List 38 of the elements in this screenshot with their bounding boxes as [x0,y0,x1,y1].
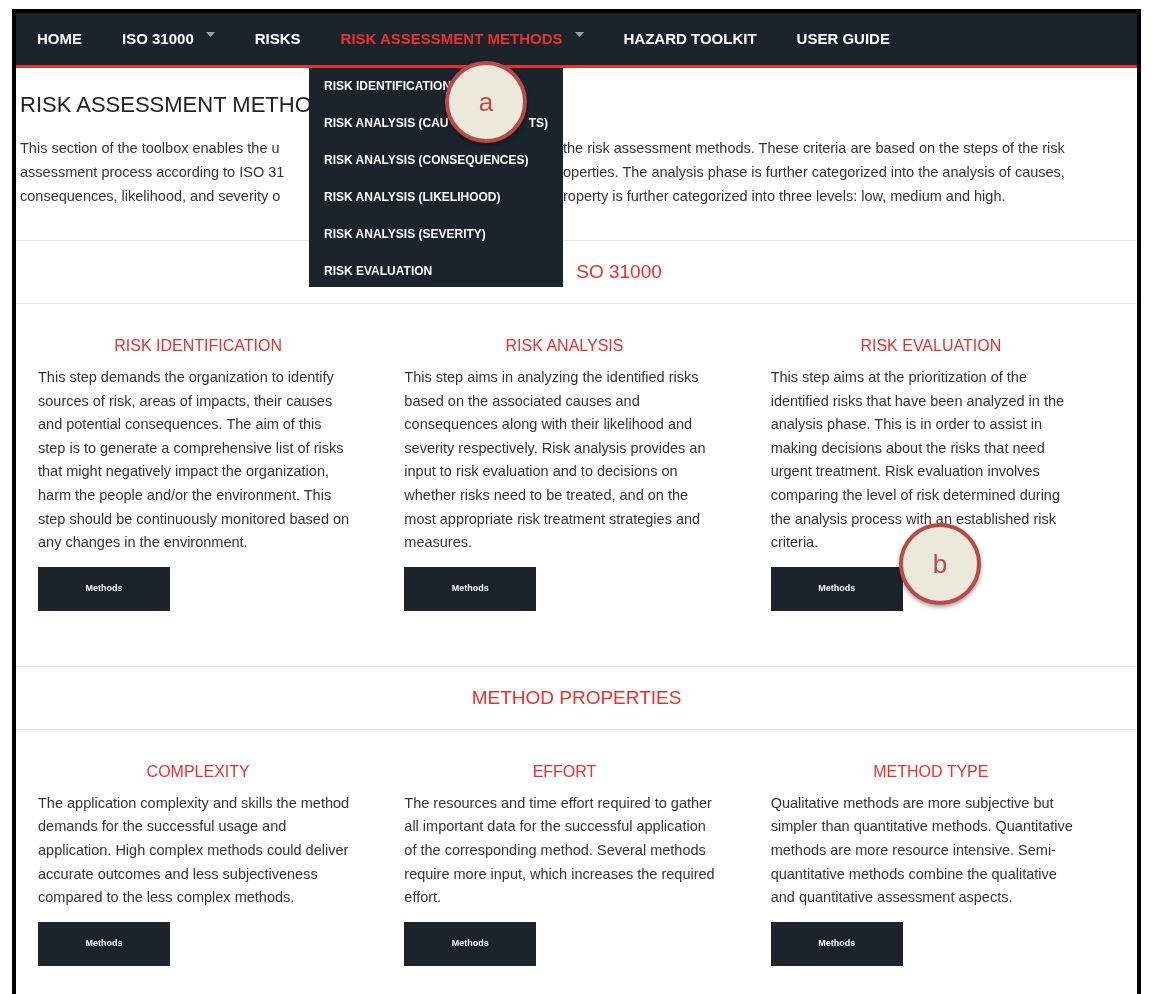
card-title: EFFORT [531,761,598,782]
card-text: This step aims in analyzing the identified risks based on the associated causes and consequences along with their likelihood and severity respectively. Risk analysis provides an input to risk evaluation and to decisions on whether risks need to be treated, and on the most appropriate risk treatment strategies and measures. [404,368,707,553]
intro-text: consequences, likelihood, and severity o [20,187,282,206]
card-title: METHOD TYPE [872,761,990,782]
card-text: This step demands the organization to identify sources of risk, areas of impacts, their causes and potential consequences. The aim of this step is to generate a comprehensive list of risks that might negatively impact the organization, harm the people and/or the environment. This step should be continuously monitored based on any changes in the environment. [38,368,351,553]
nav-link[interactable]: RISKS [254,27,301,51]
intro-text: assessment process according to ISO 31 [20,163,286,182]
methods-button[interactable]: Methods [38,921,170,966]
page-title: RISK ASSESSMENT METHO [20,91,312,119]
card-title: COMPLEXITY [145,761,251,782]
methods-button[interactable]: Methods [38,566,170,611]
card-title: RISK ANALYSIS [504,336,625,356]
intro-text: This section of the toolbox enables the u [20,139,281,158]
dropdown-item[interactable]: RISK ANALYSIS (LIKELIHOOD) [324,189,501,205]
dropdown-item[interactable]: RISK ANALYSIS (CONSEQUENCES) [324,152,529,168]
methods-button[interactable]: Methods [404,921,537,966]
section-heading: METHOD PROPERTIES [471,685,682,710]
nav-link[interactable]: HAZARD TOOLKIT [623,27,757,51]
nav-link[interactable]: ISO 31000 [122,27,215,51]
methods-button[interactable]: Methods [404,566,537,611]
dropdown-item-end[interactable]: TS) [528,115,548,131]
dropdown-item[interactable]: RISK EVALUATION [324,263,433,279]
methods-button[interactable]: Methods [770,921,903,966]
intro-text: the risk assessment methods. These criteria are based on the steps of the risk [563,139,1065,158]
methods-button[interactable]: Methods [770,566,903,611]
card-text: The application complexity and skills the method demands for the successful usage and application. High complex methods could deliver accurate outcomes and less subjectiveness compared to the less complex methods. [38,793,351,908]
nav-link[interactable]: USER GUIDE [796,27,890,51]
intro-text: operties. The analysis phase is further categorized into the analysis of causes, [563,163,1065,182]
nav-link[interactable]: HOME [37,27,82,51]
card-text: Qualitative methods are more subjective but simpler than quantitative methods. Quantitative methods are more resource intensive. Semi-quantitative methods combine the qualitative and quantitative assessment aspects. [770,793,1074,908]
callout-tooltip: b [899,523,981,605]
card-text: The resources and time effort required to gather all important data for the successful application of the corresponding method. Several methods require more input, which increases the required effort. [404,793,716,908]
section-heading: SO 31000 [575,259,662,284]
nav-link[interactable]: RISK ASSESSMENT METHODS [340,27,584,51]
dropdown-item[interactable]: RISK ANALYSIS (SEVERITY) [324,226,486,242]
intro-text: roperty is further categorized into three levels: low, medium and high. [563,187,1006,206]
card-title: RISK IDENTIFICATION [113,336,283,356]
card-title: RISK EVALUATION [859,336,1003,356]
